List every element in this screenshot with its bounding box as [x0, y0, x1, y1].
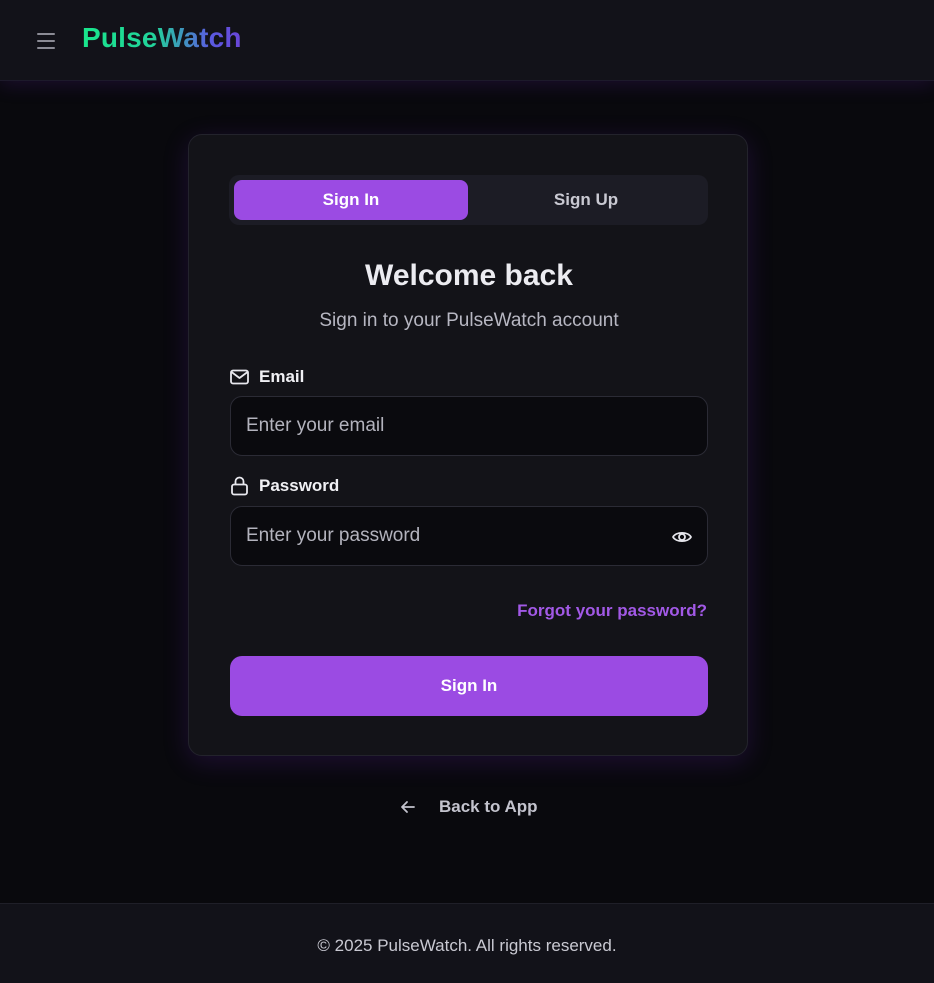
footer-copyright: © 2025 PulseWatch. All rights reserved. — [317, 936, 617, 955]
arrow-left-icon — [401, 801, 415, 813]
forgot-password-link[interactable]: Forgot your password? — [517, 601, 707, 621]
sign-in-button[interactable]: Sign In — [230, 656, 708, 716]
email-label: Email — [230, 367, 304, 387]
email-field-wrapper — [230, 396, 708, 456]
page-subtitle: Sign in to your PulseWatch account — [319, 310, 619, 331]
brand-logo[interactable]: PulseWatch — [82, 22, 242, 54]
password-field-wrapper — [230, 506, 708, 566]
back-to-app-label: Back to App — [439, 797, 538, 816]
email-label-text: Email — [259, 367, 305, 386]
top-bar: PulseWatch — [0, 0, 934, 81]
password-field[interactable] — [231, 507, 707, 565]
password-label-text: Password — [259, 476, 340, 495]
auth-tabs: Sign In Sign Up — [229, 175, 708, 225]
mail-icon — [230, 369, 249, 385]
hamburger-menu-icon[interactable] — [34, 29, 58, 53]
password-label: Password — [230, 476, 339, 496]
tab-sign-up[interactable]: Sign Up — [469, 180, 703, 220]
eye-icon[interactable] — [671, 526, 693, 548]
page-title: Welcome back — [365, 259, 573, 292]
tab-sign-in[interactable]: Sign In — [234, 180, 468, 220]
back-to-app-link[interactable]: Back to App — [398, 797, 538, 817]
auth-card: Sign In Sign Up Welcome back Sign in to … — [188, 134, 748, 756]
lock-icon — [231, 476, 248, 496]
email-field[interactable] — [231, 397, 707, 455]
